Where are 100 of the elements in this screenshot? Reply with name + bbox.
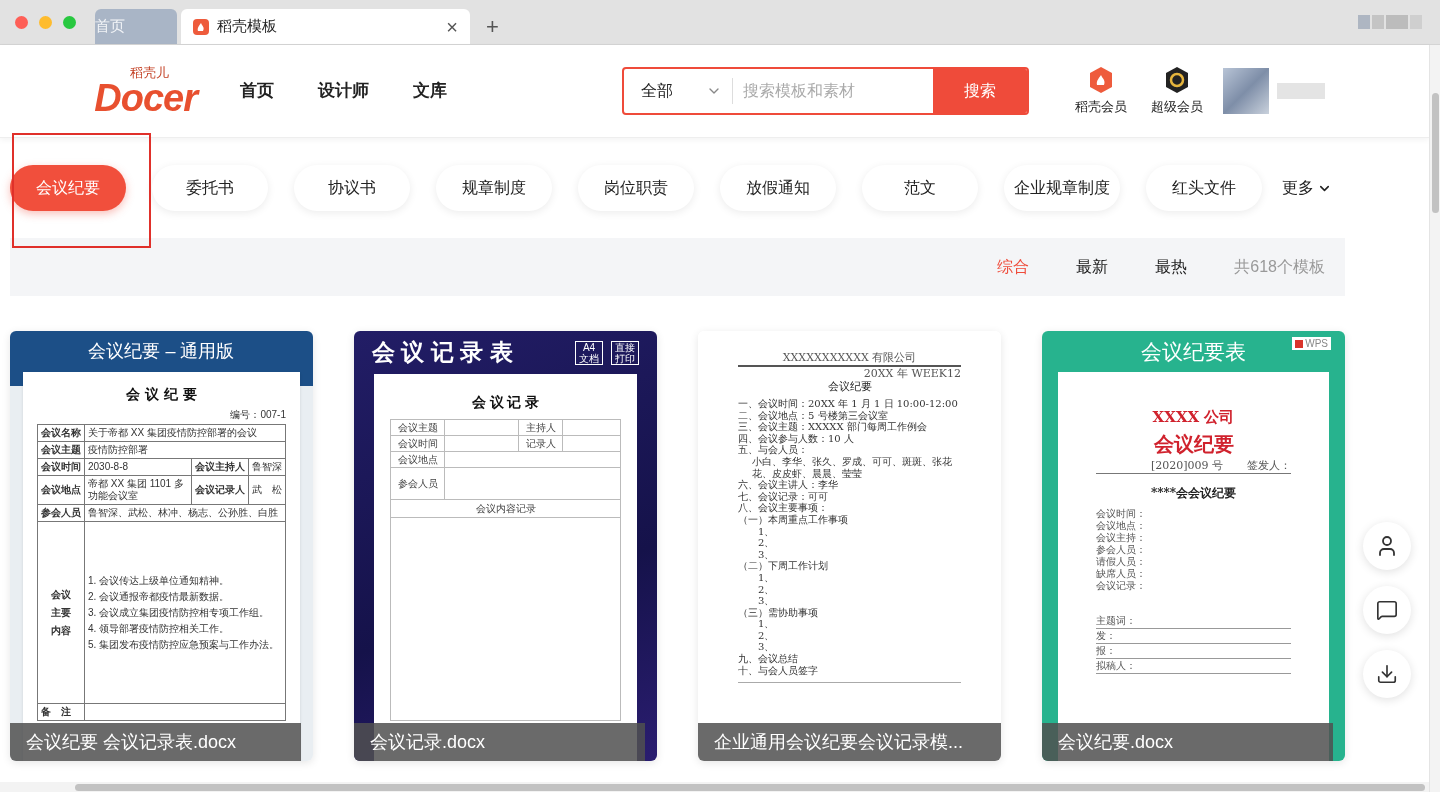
category-tab[interactable]: 红头文件 <box>1146 165 1262 211</box>
nav-link[interactable]: 文库 <box>413 78 447 104</box>
document-text: 六、会议主讲人：李华 <box>738 479 839 491</box>
document-text: 1、 <box>757 571 776 584</box>
download-button[interactable] <box>1363 650 1411 698</box>
banner-title: 会议纪要 – 通用版 <box>87 340 236 363</box>
nav-link[interactable]: 设计师 <box>318 78 369 104</box>
document-text: 十、与会人员签字 <box>738 664 819 677</box>
document-text: 四、会议参与人数：10 人 <box>738 432 855 445</box>
document-text: （三）需协助事项 <box>738 606 819 619</box>
document-text: 会议记录： <box>1096 579 1147 592</box>
document-text: 发： <box>1096 628 1291 644</box>
template-card[interactable]: 会议纪要表 WPS XXXX 公司 会议纪要 [2020]009 号 签发人： ****会会议纪要 会议时间： 会议地点： 会议主持： 参会人员： 请假人员： 缺席人员： 会议记录： 主题词： 发： 报： 拟稿人： 会议纪要.docx <box>1042 331 1345 761</box>
membership-link[interactable]: 超级会员 <box>1151 96 1203 117</box>
document-text: 请假人员： <box>1096 555 1147 568</box>
file-name: 企业通用会议纪要会议记录模... <box>698 723 1001 761</box>
table-cell: 会议主题 <box>37 441 85 459</box>
new-tab-button[interactable]: + <box>486 16 499 38</box>
banner-title: 会议纪要表 <box>1141 338 1246 365</box>
banner-title: 会 议 记 录 表 <box>372 338 513 368</box>
document-text: 2、 <box>757 583 776 596</box>
brand-badge: WPS <box>1292 337 1331 350</box>
table-cell: 主要 <box>51 606 71 619</box>
category-tab[interactable]: 范文 <box>862 165 978 211</box>
list-item: 4. 领导部署疫情防控相关工作。 <box>88 622 231 635</box>
document-text: 主题词： <box>1096 613 1291 629</box>
category-tab[interactable]: 企业规章制度 <box>1004 165 1120 211</box>
document-text: 缺席人员： <box>1096 567 1147 580</box>
table-cell: 2030-8-8 <box>84 458 192 476</box>
print-badge: A4 文档 <box>575 340 603 365</box>
membership-link[interactable]: 稻壳会员 <box>1075 96 1127 117</box>
list-item: 1. 会议传达上级单位通知精神。 <box>88 574 231 587</box>
document-text: 2、 <box>757 629 776 642</box>
template-card[interactable]: 会 议 记 录 表 A4 文档 直接 打印 会 议 记 录 会议主题 主持人 会议时间 记录人 会议地点 参会人员 会议内容记录 会议记录.docx <box>354 331 657 761</box>
search-bar[interactable]: 全部 搜索模板和素材 搜索 <box>622 67 1029 115</box>
document-title: 会 议 纪 要 <box>125 385 198 404</box>
vertical-scrollbar[interactable] <box>1429 45 1440 792</box>
print-badge: 直接 打印 <box>611 340 639 365</box>
table-cell: 内容 <box>51 624 71 637</box>
hexagon-icon <box>1164 65 1190 94</box>
scope-dropdown[interactable]: 全部 <box>624 79 732 103</box>
feedback-button[interactable] <box>1363 586 1411 634</box>
horizontal-scrollbar[interactable] <box>0 782 1429 792</box>
chat-icon <box>1376 599 1398 621</box>
company-name: XXXXXXXXXXX 有限公司 <box>738 351 961 367</box>
document-number: [2020]009 号 <box>1150 458 1223 472</box>
document-text: 报： <box>1096 643 1291 659</box>
search-field[interactable]: 搜索模板和素材 <box>733 69 933 113</box>
category-tab[interactable]: 放假通知 <box>720 165 836 211</box>
browser-tab[interactable]: 稻壳模板 × <box>181 9 470 44</box>
document-text: （二）下周工作计划 <box>738 560 829 572</box>
document-date: 20XX 年 WEEK12 <box>863 367 961 380</box>
document-text: 1、 <box>757 618 776 630</box>
document-text: 会议主持： <box>1096 531 1147 544</box>
document-text: 1、 <box>757 525 776 538</box>
table-cell: 备 注 <box>37 703 85 721</box>
document-title: 会 议 记 录 <box>470 393 541 412</box>
table-cell: 会议地点 <box>390 451 445 468</box>
table-cell: 记录人 <box>518 435 563 452</box>
profile-button[interactable] <box>1363 522 1411 570</box>
document-text: 参会人员： <box>1096 543 1147 556</box>
document-text: 会议时间： <box>1096 507 1147 520</box>
table-cell: 鲁智深、武松、林冲、杨志、公孙胜、白胜 <box>84 504 286 522</box>
document-text: 3、 <box>757 595 776 607</box>
more-button[interactable]: 更多 <box>1282 176 1332 200</box>
category-tab[interactable]: 会议纪要 <box>10 165 126 211</box>
table-cell: 主持人 <box>518 419 563 436</box>
table-cell: 会议地点 <box>37 475 85 505</box>
template-card[interactable] <box>698 331 1001 761</box>
table-cell: 会议时间 <box>37 458 85 476</box>
category-tab[interactable]: 协议书 <box>294 165 410 211</box>
table-cell: 会议记录人 <box>191 475 249 505</box>
sort-option[interactable]: 最热 <box>1155 255 1188 279</box>
flame-icon <box>193 18 209 35</box>
document-number: 编号：007-1 <box>230 408 286 422</box>
nav-link[interactable]: 首页 <box>240 78 274 104</box>
document-text: 3、 <box>757 548 776 561</box>
table-cell: 帝都 XX 集团 1101 多功能会议室 <box>84 475 192 505</box>
category-tab[interactable]: 委托书 <box>152 165 268 211</box>
document-text: 五、与会人员： <box>738 444 809 456</box>
signer-label: 签发人： <box>1247 458 1291 472</box>
category-tab[interactable]: 规章制度 <box>436 165 552 211</box>
file-name: 会议记录.docx <box>354 723 645 761</box>
document-text: 会议地点： <box>1096 519 1147 532</box>
document-text: 三、会议主题：XXXXX 部门每周工作例会 <box>738 421 928 433</box>
document-subtitle: ****会会议纪要 <box>1149 484 1238 502</box>
table-cell: 鲁智深 <box>248 458 286 476</box>
document-text: 七、会议记录：可可 <box>738 490 829 503</box>
document-text: 2、 <box>757 537 776 549</box>
list-item: 2. 会议通报帝都疫情最新数据。 <box>88 590 231 603</box>
table-cell: 会议名称 <box>37 424 85 442</box>
sort-option[interactable]: 最新 <box>1076 255 1109 279</box>
table-cell: 参会人员 <box>37 504 85 522</box>
category-tab[interactable]: 岗位职责 <box>578 165 694 211</box>
document-title: 会议纪要 <box>1152 430 1235 458</box>
template-card[interactable] <box>10 331 313 761</box>
company-name: XXXX 公司 <box>1151 407 1236 428</box>
search-button[interactable]: 搜索 <box>933 69 1027 113</box>
list-item: 5. 集团发布疫情防控应急预案与工作办法。 <box>88 638 281 651</box>
close-tab-button[interactable]: × <box>446 16 458 37</box>
